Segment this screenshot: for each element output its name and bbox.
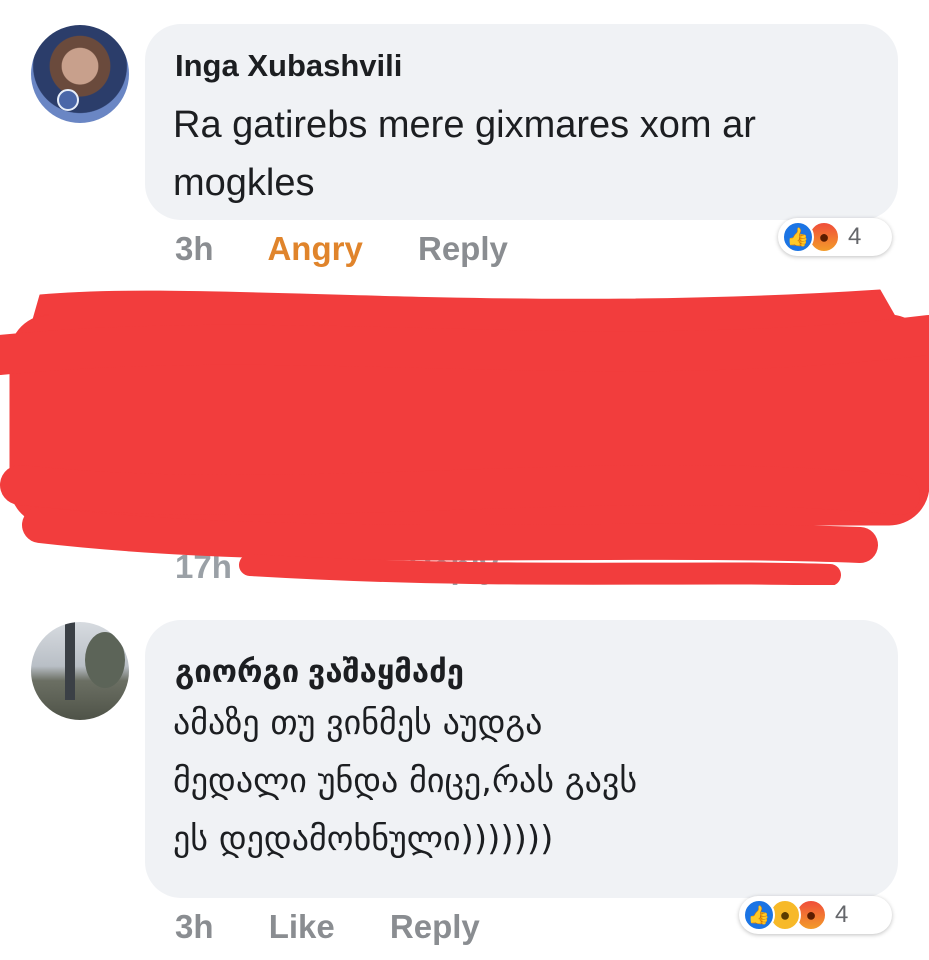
comment-author[interactable]: Inga Xubashvili xyxy=(175,48,402,84)
comment-text: ამაზე თუ ვინმეს აუდგა მედალი უნდა მიცე,რ… xyxy=(173,703,638,859)
comment-author[interactable]: გიორგი ვაშაყმაძე xyxy=(175,654,464,690)
reply-button[interactable]: Reply xyxy=(390,908,480,945)
comment-bubble: გიორგი ვაშაყმაძე ამაზე თუ ვინმეს აუდგა მ… xyxy=(145,620,898,898)
redaction-scribble xyxy=(0,289,929,585)
reaction-button[interactable]: Angry xyxy=(267,230,362,267)
comment-actions: 3h Angry Reply xyxy=(175,230,554,268)
like-icon: 👍 xyxy=(743,899,775,931)
reaction-summary[interactable]: 👍 ● 4 xyxy=(778,218,892,256)
reply-button[interactable]: Reply xyxy=(418,230,508,267)
reaction-count: 4 xyxy=(835,901,849,928)
comment-timestamp[interactable]: 3h xyxy=(175,908,214,945)
like-icon: 👍 xyxy=(782,221,814,253)
profile-frame-badge-icon xyxy=(57,89,79,111)
reaction-summary[interactable]: 👍 ● ● 4 xyxy=(739,896,892,934)
comment-timestamp[interactable]: 3h xyxy=(175,230,214,267)
comments-thread: Inga Xubashvili Ra gatirebs mere gixmare… xyxy=(0,0,929,960)
like-button[interactable]: Like xyxy=(269,908,335,945)
avatar-photo-detail xyxy=(85,632,125,688)
comment-bubble: Inga Xubashvili Ra gatirebs mere gixmare… xyxy=(145,24,898,220)
avatar[interactable] xyxy=(31,622,129,720)
avatar-photo-detail xyxy=(65,622,75,700)
reaction-count: 4 xyxy=(848,223,862,250)
avatar[interactable] xyxy=(31,25,129,123)
comment-actions: 3h Like Reply xyxy=(175,908,526,946)
comment-text: Ra gatirebs mere gixmares xom ar mogkles xyxy=(173,104,756,204)
